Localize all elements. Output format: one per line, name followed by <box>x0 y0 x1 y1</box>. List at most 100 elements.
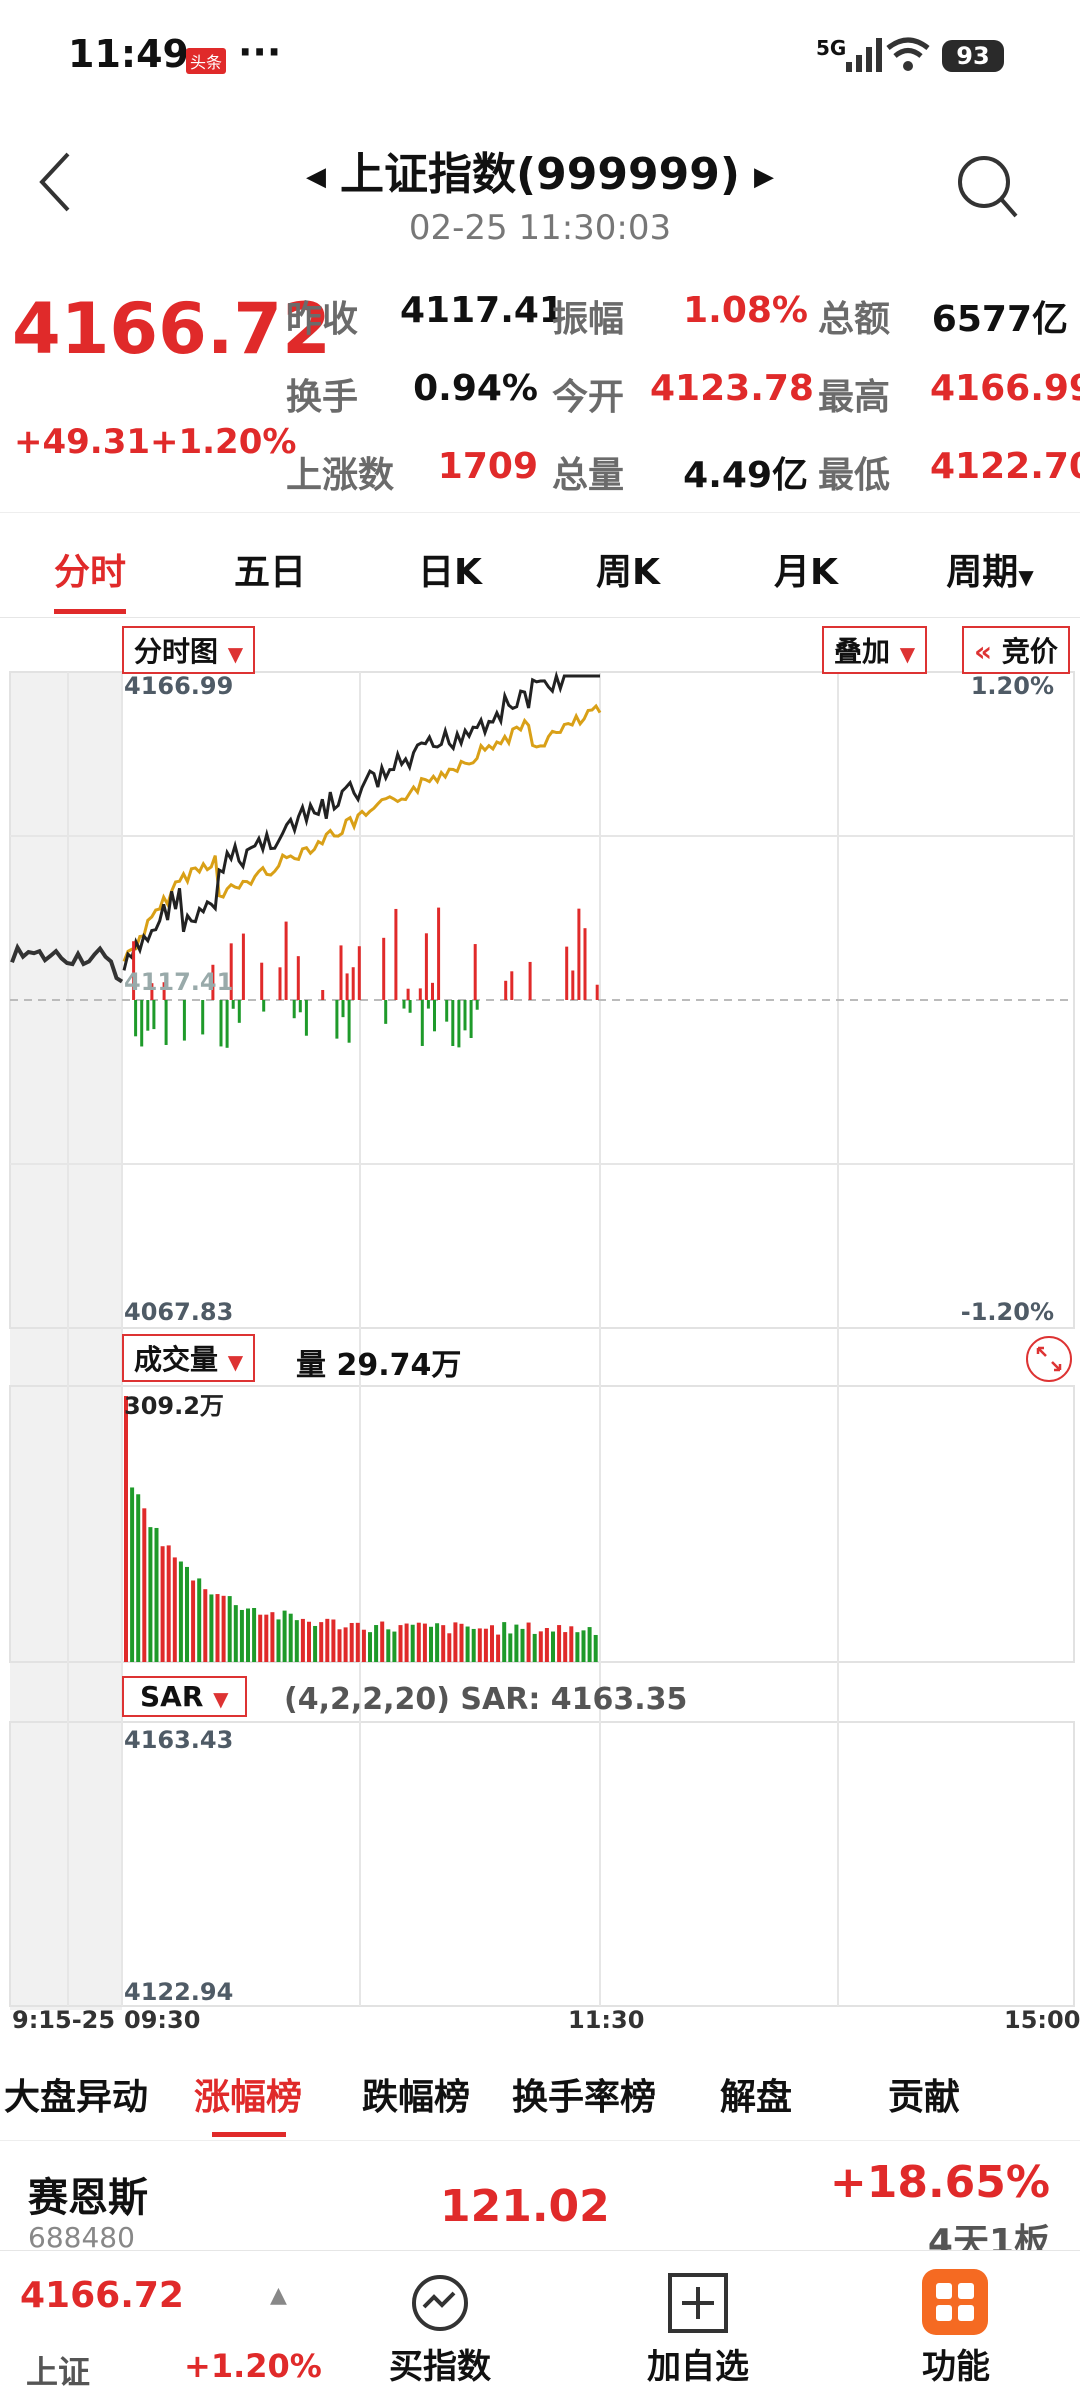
breadth-bar-down <box>433 1000 436 1032</box>
price-change: +49.31 <box>14 422 151 462</box>
volume-bar <box>453 1622 458 1662</box>
stock-pct: +18.65% <box>829 2157 1050 2208</box>
dropdown-triangle-icon: ▼ <box>899 642 916 666</box>
expand-icon[interactable] <box>1024 1334 1074 1384</box>
double-chevron-left-icon: « <box>974 635 993 668</box>
volume-bar <box>477 1628 482 1662</box>
volume-bar <box>313 1625 318 1662</box>
volume-bar <box>264 1614 269 1662</box>
functions-icon[interactable] <box>922 2269 988 2335</box>
tab-daily-k[interactable]: 日K <box>390 543 510 595</box>
volume-bar <box>422 1623 427 1662</box>
volume-bar <box>398 1625 403 1662</box>
breadth-bar-down <box>335 1000 339 1039</box>
search-icon[interactable] <box>956 154 1020 222</box>
tab-turnover-rank[interactable]: 换手率榜 <box>512 2068 656 2120</box>
quote-field-label: 今开 <box>552 377 625 418</box>
tab-top-losers[interactable]: 跌幅榜 <box>362 2068 470 2120</box>
volume-bar <box>197 1578 202 1662</box>
prev-index-arrow-icon[interactable]: ◀ <box>306 162 326 192</box>
breadth-bar-down <box>445 1000 449 1022</box>
breadth-bar-down <box>402 1000 406 1009</box>
list-item[interactable]: 赛恩斯 688480 121.02 +18.65% 4天1板 <box>0 2140 1080 2263</box>
active-tab-indicator <box>54 609 126 614</box>
chart-panel-frame <box>9 1721 1075 2007</box>
sar-indicator-select[interactable]: SAR ▼ <box>122 1676 247 1717</box>
status-more-dots: ··· <box>238 30 282 74</box>
breadth-bar-down <box>298 1000 302 1013</box>
breadth-bar-down <box>262 1000 266 1012</box>
next-index-arrow-icon[interactable]: ▶ <box>754 162 774 192</box>
volume-bar <box>508 1633 513 1662</box>
tab-market-movers[interactable]: 大盘异动 <box>4 2068 148 2120</box>
volume-bar <box>239 1609 244 1662</box>
volume-bar <box>569 1626 574 1662</box>
breadth-bar-up <box>565 946 569 1000</box>
volume-bar <box>209 1594 214 1662</box>
tab-five-day[interactable]: 五日 <box>210 543 330 595</box>
volume-bar <box>185 1566 189 1662</box>
volume-bar <box>490 1625 494 1662</box>
buy-index-icon[interactable] <box>408 2271 472 2335</box>
sar-axis-bottom: 4122.94 <box>124 1978 234 2006</box>
volume-bar <box>538 1631 543 1662</box>
volume-bar <box>215 1594 220 1662</box>
battery-level: 93 <box>942 40 1004 72</box>
volume-bar <box>563 1632 568 1662</box>
volume-bar <box>386 1629 391 1662</box>
last-price: 4166.72 <box>12 288 331 370</box>
buy-index-button[interactable]: 买指数 <box>370 2339 510 2388</box>
auction-toggle[interactable]: « 竞价 <box>962 626 1070 674</box>
volume-indicator-select[interactable]: 成交量 ▼ <box>122 1334 256 1382</box>
pct-axis-bottom: -1.20% <box>960 1298 1054 1326</box>
breadth-bar-up <box>583 928 587 1000</box>
breadth-bar-down <box>304 1000 308 1036</box>
tab-top-gainers[interactable]: 涨幅榜 <box>194 2068 302 2120</box>
breadth-bar-up <box>473 944 477 1000</box>
breadth-bar-down <box>457 1000 461 1048</box>
add-watchlist-icon[interactable] <box>666 2271 730 2335</box>
chart-area[interactable]: 分时图 ▼ 叠加 ▼ « 竞价 4166.99 1.20% 4117.41 40… <box>0 616 1080 2010</box>
breadth-bar-up <box>394 908 398 1000</box>
time-label-close: 15:00 <box>1004 2006 1080 2034</box>
status-bar: 11:49 头条 ··· 5G 93 <box>0 0 1080 110</box>
quote-field-label: 最低 <box>818 455 891 496</box>
tab-weekly-k[interactable]: 周K <box>568 543 688 595</box>
breadth-bar-down <box>219 1000 223 1047</box>
breadth-bar-down <box>140 1000 144 1047</box>
tab-intraday[interactable]: 分时 <box>30 543 150 595</box>
volume-bar <box>258 1614 263 1662</box>
breadth-bar-up <box>595 984 599 1000</box>
tab-period[interactable]: 周期▼ <box>920 543 1060 595</box>
volume-bar <box>130 1487 135 1662</box>
volume-bar <box>483 1628 488 1662</box>
tab-analysis[interactable]: 解盘 <box>720 2068 792 2120</box>
tab-contribution[interactable]: 贡献 <box>888 2068 960 2120</box>
breadth-bar-up <box>357 946 361 1000</box>
network-type: 5G <box>816 36 847 60</box>
volume-bar <box>233 1605 238 1662</box>
breadth-bar-down <box>225 1000 229 1048</box>
breadth-bar-up <box>577 908 581 1000</box>
nav-market-name: 上证 <box>26 2353 91 2391</box>
breadth-bar-down <box>408 1000 412 1013</box>
overlay-select[interactable]: 叠加 ▼ <box>822 626 928 674</box>
quote-field-label: 总量 <box>552 455 625 496</box>
volume-axis-max: 309.2万 <box>124 1392 224 1420</box>
volume-bar <box>142 1508 147 1662</box>
volume-bar <box>294 1620 299 1662</box>
nav-index-price: 4166.72 <box>20 2275 184 2316</box>
breadth-bar-up <box>296 956 300 1000</box>
volume-bar <box>166 1545 171 1662</box>
functions-button[interactable]: 功能 <box>886 2339 1026 2388</box>
breadth-bar-up <box>437 907 441 1000</box>
breadth-bar-up <box>339 945 343 1000</box>
add-watchlist-button[interactable]: 加自选 <box>628 2339 768 2388</box>
tab-monthly-k[interactable]: 月K <box>746 543 866 595</box>
volume-bar <box>331 1619 336 1662</box>
volume-bar <box>136 1494 141 1662</box>
chart-mode-select[interactable]: 分时图 ▼ <box>122 626 256 674</box>
breadth-bar-up <box>571 970 575 1000</box>
volume-bar <box>429 1626 433 1662</box>
quote-field-value: 4117.41 <box>400 290 564 331</box>
